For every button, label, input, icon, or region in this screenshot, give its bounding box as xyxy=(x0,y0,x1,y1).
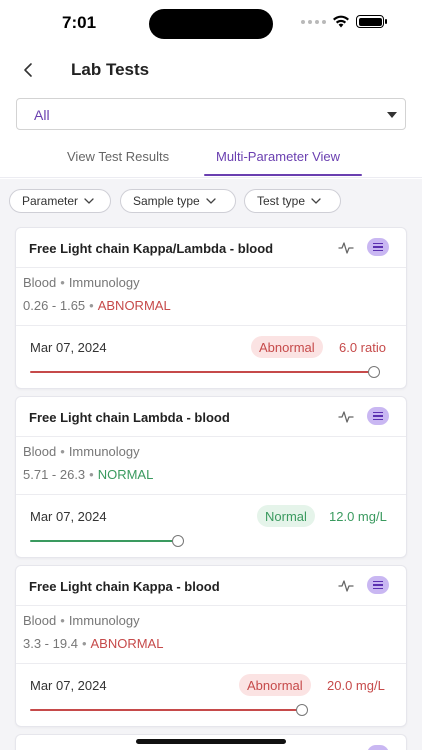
test-category: Immunology xyxy=(68,444,140,459)
sample-type: Blood xyxy=(23,444,57,459)
range-flag: ABNORMAL xyxy=(90,636,164,651)
chevron-left-icon xyxy=(24,63,32,77)
cellular-signal-icon xyxy=(301,19,326,24)
status-time: 7:01 xyxy=(62,13,97,32)
sample-type-filter-chip[interactable]: Sample type xyxy=(120,189,236,213)
range-slider-knob[interactable] xyxy=(296,704,308,716)
reference-range: 3.3 - 19.4 xyxy=(23,636,78,651)
tab-bar: View Test Results Multi-Parameter View xyxy=(0,140,422,178)
dynamic-island xyxy=(149,9,273,39)
trend-icon[interactable] xyxy=(338,578,354,594)
test-card[interactable]: Free Light chain Kappa - blood Blood • Imm… xyxy=(15,565,407,727)
status-bar: 7:01 xyxy=(0,0,422,46)
filter-select-value: All xyxy=(34,107,50,123)
range-slider-knob[interactable] xyxy=(172,535,184,547)
range-slider-track xyxy=(30,371,374,373)
reading-value: 12.0 mg/L xyxy=(329,509,387,524)
status-badge: Normal xyxy=(257,505,315,527)
test-title: Free Light chain Lambda - blood xyxy=(29,410,230,425)
chevron-down-icon xyxy=(84,197,94,204)
tab-view-test-results[interactable]: View Test Results xyxy=(67,149,169,164)
sample-info: Blood • Immunology xyxy=(23,275,140,290)
menu-icon[interactable] xyxy=(367,238,389,256)
chip-label: Test type xyxy=(257,194,306,208)
tab-multi-parameter-view[interactable]: Multi-Parameter View xyxy=(216,149,340,164)
status-badge: Abnormal xyxy=(251,336,323,358)
status-indicators xyxy=(301,15,387,28)
card-header: Free Light chain Kappa - blood xyxy=(16,566,406,606)
sample-type: Blood xyxy=(23,275,57,290)
card-meta: Blood • Immunology 5.71 - 26.3 • NORMAL xyxy=(16,437,406,495)
reference-range: 0.26 - 1.65 xyxy=(23,298,86,313)
reading-date: Mar 07, 2024 xyxy=(30,340,107,355)
card-meta: Blood • Immunology 0.26 - 1.65 • ABNORMAL xyxy=(16,268,406,326)
content-area: Parameter Sample type Test type Free Lig… xyxy=(0,179,422,750)
range-flag: NORMAL xyxy=(97,467,154,482)
chip-label: Parameter xyxy=(22,194,79,208)
range-slider-knob[interactable] xyxy=(368,366,380,378)
active-tab-indicator xyxy=(204,174,362,176)
battery-icon xyxy=(356,15,387,28)
reading-row: Mar 07, 2024 Abnormal 20.0 mg/L xyxy=(16,664,406,728)
menu-icon[interactable] xyxy=(367,576,389,594)
trend-icon[interactable] xyxy=(338,240,354,256)
test-category: Immunology xyxy=(68,613,140,628)
reading-row: Mar 07, 2024 Normal 12.0 mg/L xyxy=(16,495,406,559)
card-header: Free Light chain Lambda - blood xyxy=(16,397,406,437)
range-slider-track xyxy=(30,709,302,711)
test-card[interactable]: Free Light chain Lambda - blood Blood • Im… xyxy=(15,396,407,558)
test-category: Immunology xyxy=(68,275,140,290)
back-button[interactable] xyxy=(16,58,40,82)
reference-info: 5.71 - 26.3 • NORMAL xyxy=(23,467,154,482)
nav-bar: Lab Tests xyxy=(0,52,422,88)
reading-date: Mar 07, 2024 xyxy=(30,678,107,693)
sample-info: Blood • Immunology xyxy=(23,613,140,628)
card-header: Free Light chain Kappa/Lambda - blood xyxy=(16,228,406,268)
status-badge: Abnormal xyxy=(239,674,311,696)
reading-row: Mar 07, 2024 Abnormal 6.0 ratio xyxy=(16,326,406,390)
page-title: Lab Tests xyxy=(71,60,150,79)
chip-label: Sample type xyxy=(133,194,200,208)
sample-type: Blood xyxy=(23,613,57,628)
reading-value: 6.0 ratio xyxy=(339,340,386,355)
chevron-down-icon xyxy=(311,197,321,204)
test-type-filter-chip[interactable]: Test type xyxy=(244,189,341,213)
wifi-icon xyxy=(333,15,349,28)
test-title: Free Light chain Kappa - blood xyxy=(29,579,220,594)
reference-info: 0.26 - 1.65 • ABNORMAL xyxy=(23,298,171,313)
filter-select[interactable]: All xyxy=(16,98,406,130)
menu-icon[interactable] xyxy=(367,745,389,750)
reference-info: 3.3 - 19.4 • ABNORMAL xyxy=(23,636,164,651)
test-title: Free Light chain Kappa/Lambda - blood xyxy=(29,241,274,256)
test-card[interactable]: Free Light chain Kappa/Lambda - blood Bl… xyxy=(15,227,407,389)
reading-value: 20.0 mg/L xyxy=(327,678,385,693)
chevron-down-icon xyxy=(206,197,216,204)
range-flag: ABNORMAL xyxy=(97,298,171,313)
trend-icon[interactable] xyxy=(338,409,354,425)
parameter-filter-chip[interactable]: Parameter xyxy=(9,189,111,213)
sample-info: Blood • Immunology xyxy=(23,444,140,459)
reference-range: 5.71 - 26.3 xyxy=(23,467,86,482)
reading-date: Mar 07, 2024 xyxy=(30,509,107,524)
range-slider-track xyxy=(30,540,178,542)
card-meta: Blood • Immunology 3.3 - 19.4 • ABNORMAL xyxy=(16,606,406,664)
home-indicator xyxy=(136,739,286,744)
menu-icon[interactable] xyxy=(367,407,389,425)
caret-down-icon xyxy=(387,112,397,118)
